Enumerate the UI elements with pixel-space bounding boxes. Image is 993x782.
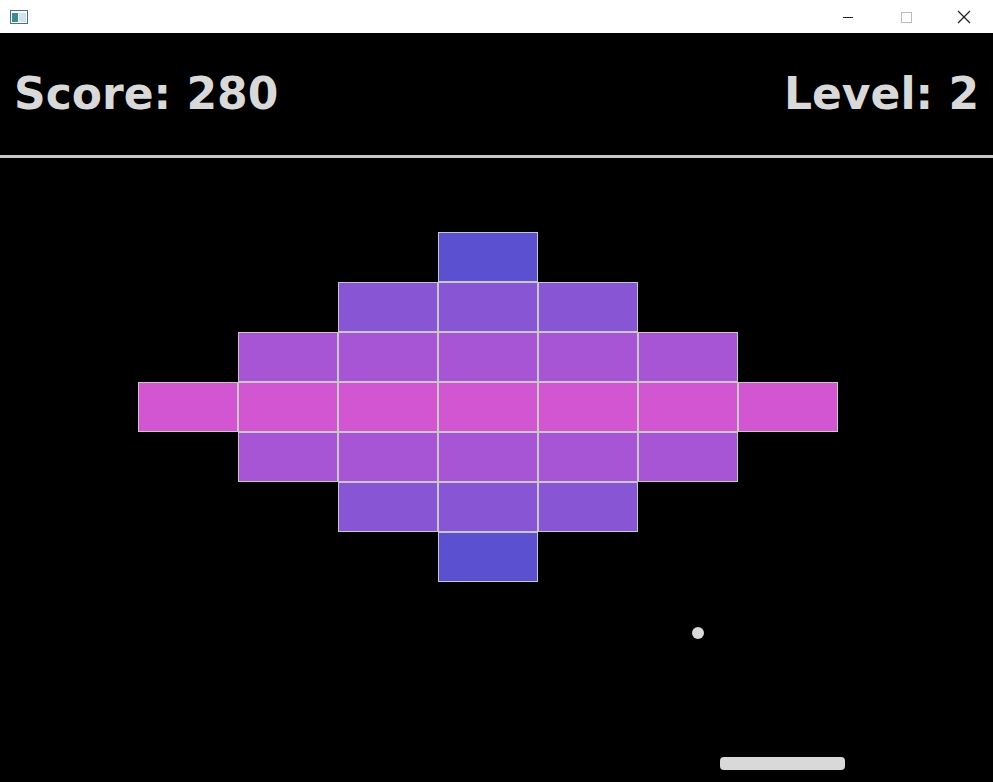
score-label: Score: 280 [14, 72, 278, 116]
brick [538, 282, 638, 332]
brick [738, 382, 838, 432]
level-label: Level: 2 [784, 72, 979, 116]
paddle[interactable] [720, 757, 845, 770]
brick [538, 332, 638, 382]
empty-brick-slot [638, 232, 738, 282]
empty-brick-slot [538, 532, 638, 582]
empty-brick-slot [738, 332, 838, 382]
brick-row [138, 482, 838, 532]
brick [338, 332, 438, 382]
title-bar [0, 0, 993, 33]
maximize-icon[interactable] [877, 0, 935, 33]
empty-brick-slot [638, 482, 738, 532]
empty-brick-slot [538, 232, 638, 282]
empty-brick-slot [338, 532, 438, 582]
empty-brick-slot [738, 482, 838, 532]
brick [238, 432, 338, 482]
empty-brick-slot [638, 282, 738, 332]
empty-brick-slot [138, 282, 238, 332]
empty-brick-slot [138, 332, 238, 382]
hud-divider [0, 155, 993, 158]
brick [438, 532, 538, 582]
brick [438, 482, 538, 532]
empty-brick-slot [138, 532, 238, 582]
empty-brick-slot [138, 482, 238, 532]
empty-brick-slot [238, 232, 338, 282]
brick [538, 432, 638, 482]
empty-brick-slot [738, 432, 838, 482]
empty-brick-slot [738, 282, 838, 332]
empty-brick-slot [238, 282, 338, 332]
brick-row [138, 232, 838, 282]
brick [638, 432, 738, 482]
ball [692, 627, 704, 639]
brick [638, 382, 738, 432]
brick [438, 432, 538, 482]
brick [638, 332, 738, 382]
brick [238, 332, 338, 382]
brick-row [138, 432, 838, 482]
empty-brick-slot [738, 232, 838, 282]
empty-brick-slot [638, 532, 738, 582]
brick-row [138, 332, 838, 382]
brick [338, 382, 438, 432]
brick [438, 232, 538, 282]
close-icon[interactable] [935, 0, 993, 33]
brick-row [138, 532, 838, 582]
brick [338, 482, 438, 532]
empty-brick-slot [238, 532, 338, 582]
brick [238, 382, 338, 432]
brick [438, 282, 538, 332]
brick [538, 482, 638, 532]
brick-row [138, 382, 838, 432]
brick-field [138, 232, 838, 582]
brick [338, 432, 438, 482]
app-icon [10, 10, 28, 24]
brick [138, 382, 238, 432]
hud: Score: 280 Level: 2 [0, 33, 993, 155]
brick [438, 382, 538, 432]
brick-row [138, 282, 838, 332]
empty-brick-slot [338, 232, 438, 282]
empty-brick-slot [138, 232, 238, 282]
empty-brick-slot [138, 432, 238, 482]
brick [338, 282, 438, 332]
minimize-icon[interactable] [819, 0, 877, 33]
brick [438, 332, 538, 382]
game-area: Score: 280 Level: 2 [0, 33, 993, 782]
empty-brick-slot [238, 482, 338, 532]
empty-brick-slot [738, 532, 838, 582]
brick [538, 382, 638, 432]
